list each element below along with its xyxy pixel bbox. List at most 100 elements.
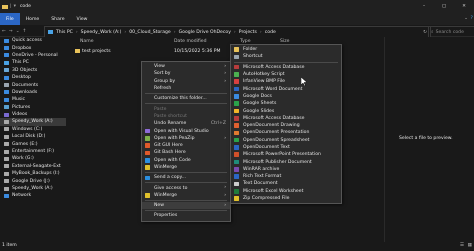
context-menu-item[interactable]: Git GUI Here: [142, 142, 230, 149]
new-menu-item[interactable]: Shortcut: [231, 53, 341, 60]
sidebar-item[interactable]: OneDrive - Personal: [0, 52, 66, 59]
column-size[interactable]: Size: [280, 39, 289, 44]
forward-icon[interactable]: →: [9, 29, 13, 34]
context-menu-item[interactable]: Open with PeaZip ›: [142, 135, 230, 142]
recent-dropdown-icon[interactable]: ⌄: [16, 29, 20, 34]
minimize-button[interactable]: –: [414, 0, 434, 13]
column-date[interactable]: Date modified: [174, 39, 207, 44]
sidebar-item[interactable]: Entertainment (F:): [0, 148, 66, 155]
refresh-icon[interactable]: ↻: [423, 30, 427, 35]
context-menu-item[interactable]: Send a copy...: [142, 174, 230, 181]
new-menu-item[interactable]: Microsoft Publisher Document: [231, 158, 341, 165]
tab-share[interactable]: Share: [45, 17, 70, 22]
crumb[interactable]: Google Drive OhDecoy: [179, 30, 231, 35]
crumb[interactable]: Projects: [239, 30, 257, 35]
crumb[interactable]: 00_Cloud_Storage: [129, 30, 171, 35]
sidebar-item[interactable]: Dropbox: [0, 44, 66, 51]
new-menu-item[interactable]: IrfanView BMP File: [231, 78, 341, 85]
new-menu-item[interactable]: Rich Text Format: [231, 173, 341, 180]
sidebar-item[interactable]: Pictures: [0, 104, 66, 111]
new-menu-item[interactable]: OpenDocument Presentation: [231, 129, 341, 136]
sidebar-item[interactable]: Downloads: [0, 89, 66, 96]
ribbon-expand-icon[interactable]: ⌄: [464, 16, 468, 21]
sidebar-item[interactable]: Speedy_Work (A:): [0, 185, 66, 192]
tab-view[interactable]: View: [71, 17, 94, 22]
details-view-icon[interactable]: ☰: [460, 243, 464, 248]
context-menu-item[interactable]: Paste shortcut: [142, 113, 230, 120]
new-menu-item[interactable]: Microsoft Access Database: [231, 64, 341, 71]
context-menu-item[interactable]: Customize this folder...: [142, 95, 230, 102]
drive-icon: [4, 83, 9, 88]
new-menu-item[interactable]: AutoHotkey Script: [231, 71, 341, 78]
crumb[interactable]: Speedy_Work (A:): [81, 30, 122, 35]
sidebar-item-label: Entertainment (F:): [12, 149, 55, 155]
new-menu-item[interactable]: Google Slides: [231, 107, 341, 114]
sidebar-item[interactable]: Google Drive (J:): [0, 177, 66, 184]
maximize-button[interactable]: ▢: [434, 0, 454, 13]
sidebar-item[interactable]: Work (G:): [0, 155, 66, 162]
tab-file[interactable]: File: [0, 13, 20, 25]
context-menu-item[interactable]: New ›: [142, 202, 230, 210]
column-type[interactable]: Type: [240, 39, 251, 44]
new-menu-item[interactable]: Microsoft Access Database: [231, 115, 341, 122]
new-menu-item[interactable]: Microsoft PowerPoint Presentation: [231, 151, 341, 158]
sidebar-item[interactable]: Network: [0, 192, 66, 199]
context-menu-item[interactable]: Give access to ›: [142, 184, 230, 191]
context-menu-item[interactable]: Paste: [142, 105, 230, 112]
up-icon[interactable]: ↑: [23, 29, 27, 34]
context-menu-item[interactable]: Refresh: [142, 85, 230, 92]
drive-icon: [4, 46, 9, 51]
menu-item-label: Google Slides: [243, 108, 275, 114]
sidebar-item[interactable]: Local Disk (D:): [0, 133, 66, 140]
context-menu-item[interactable]: Undo Rename Ctrl+Z: [142, 120, 230, 127]
new-menu-item[interactable]: OpenDocument Spreadsheet: [231, 137, 341, 144]
help-icon[interactable]: ?: [471, 16, 473, 21]
column-name[interactable]: Name: [80, 39, 94, 44]
tab-home[interactable]: Home: [20, 17, 46, 22]
new-menu-item[interactable]: OpenDocument Drawing: [231, 122, 341, 129]
new-menu-item[interactable]: Google Sheets: [231, 100, 341, 107]
sidebar-item[interactable]: Desktop: [0, 74, 66, 81]
new-menu-item[interactable]: Google Docs: [231, 93, 341, 100]
menu-item-label: OpenDocument Presentation: [243, 130, 310, 136]
new-menu-item[interactable]: Zip Compressed File: [231, 195, 341, 202]
file-date: 10/15/2022 5:36 PM: [174, 49, 221, 54]
sidebar-item[interactable]: Quick access: [0, 37, 66, 44]
crumb[interactable]: This PC: [56, 30, 73, 35]
large-icons-view-icon[interactable]: ▦: [468, 243, 472, 248]
sidebar-item[interactable]: Documents: [0, 81, 66, 88]
new-menu-item[interactable]: Folder: [231, 46, 341, 53]
context-menu-item[interactable]: Properties: [142, 212, 230, 219]
crumb[interactable]: code: [265, 30, 276, 35]
new-menu-item[interactable]: Microsoft Excel Worksheet: [231, 188, 341, 195]
pin-icon[interactable]: |: [10, 4, 12, 9]
menu-item-label: Properties: [154, 213, 178, 219]
close-button[interactable]: ✕: [454, 0, 474, 13]
new-menu-item[interactable]: Text Document: [231, 180, 341, 187]
back-icon[interactable]: ←: [2, 29, 6, 34]
file-type-icon: [234, 123, 239, 128]
qat-dropdown-icon[interactable]: ▾: [14, 4, 16, 9]
context-menu-item[interactable]: WinMerge ›: [142, 192, 230, 199]
sidebar-item-label: MyBook_Backups (I:): [12, 171, 60, 177]
context-menu-item[interactable]: Git Bash Here: [142, 149, 230, 156]
context-menu-item[interactable]: View ›: [142, 63, 230, 70]
context-menu-item[interactable]: Open with Visual Studio: [142, 127, 230, 134]
sidebar-item[interactable]: External-Seagate-Ext: [0, 163, 66, 170]
context-menu-item[interactable]: Open with Code: [142, 157, 230, 164]
new-menu-item[interactable]: WinRAR archive: [231, 166, 341, 173]
sidebar-item[interactable]: Videos: [0, 111, 66, 118]
context-menu-item[interactable]: Group by ›: [142, 78, 230, 85]
context-menu-item[interactable]: WinMerge: [142, 164, 230, 171]
sidebar-item[interactable]: This PC: [0, 59, 66, 66]
sidebar-item[interactable]: Music: [0, 96, 66, 103]
new-menu-item[interactable]: OpenDocument Text: [231, 144, 341, 151]
sidebar-item[interactable]: Games (E:): [0, 140, 66, 147]
context-menu-item[interactable]: Sort by ›: [142, 70, 230, 77]
sidebar-item[interactable]: 3D Objects: [0, 67, 66, 74]
sidebar-item[interactable]: Windows (C:): [0, 126, 66, 133]
sidebar-item[interactable]: MyBook_Backups (I:): [0, 170, 66, 177]
menu-item-label: Paste shortcut: [154, 113, 187, 119]
new-menu-item[interactable]: Microsoft Word Document: [231, 85, 341, 92]
sidebar-item[interactable]: Speedy_Work (A:): [0, 118, 66, 126]
